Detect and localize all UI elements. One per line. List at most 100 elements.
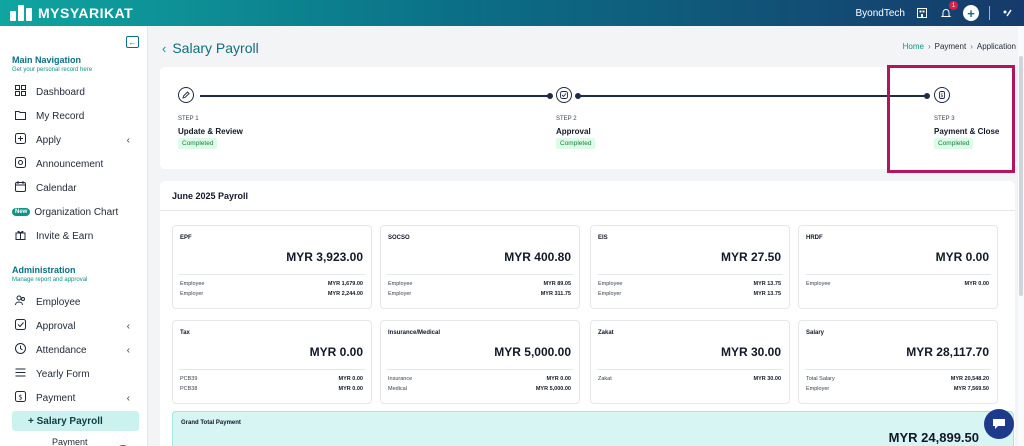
card-amount: MYR 400.80 [504, 250, 571, 264]
breadcrumb-payment[interactable]: Payment [935, 42, 967, 51]
step-1-status: Completed [178, 138, 218, 149]
admin-title: Administration [12, 265, 76, 275]
main-content: ‹ Salary Payroll Home › Payment › Applic… [148, 26, 1024, 446]
payroll-title: June 2025 Payroll [160, 181, 1015, 211]
chat-icon[interactable] [984, 409, 1014, 439]
sidebar-item-label: Payment [36, 392, 76, 404]
row-value: MYR 2,244.00 [327, 291, 363, 297]
breadcrumb-application: Application [976, 42, 1016, 51]
page-title-text: Salary Payroll [172, 40, 259, 56]
tax-card: Tax MYR 0.00 PCB39 MYR 0.00 PCB38 MYR 0.… [172, 320, 372, 404]
divider [597, 369, 783, 370]
step-connector [200, 95, 549, 97]
card-title: Insurance/Medical [388, 330, 441, 336]
sidebar-item-announcement[interactable]: Announcement [12, 155, 140, 173]
card-amount: MYR 0.00 [309, 345, 363, 359]
sidebar-item-label: Yearly Form [36, 368, 90, 380]
top-bar: MYSYARIKAT ByondTech 1 + [0, 0, 1024, 26]
edit-icon [178, 87, 194, 103]
row-label: Employee [806, 281, 831, 287]
sidebar-item-payment[interactable]: $ Payment ‹ [12, 389, 140, 407]
notification-badge: 1 [949, 1, 958, 10]
row-value: MYR 13.75 [753, 291, 781, 297]
card-title: Tax [180, 330, 190, 336]
step-3-highlight [887, 65, 1015, 173]
row-label: Employee [180, 281, 205, 287]
sidebar-item-invite-earn[interactable]: Invite & Earn [12, 227, 140, 245]
bell-icon[interactable]: 1 [939, 1, 958, 20]
sidebar-item-label: Calendar [36, 182, 77, 194]
card-amount: MYR 0.00 [935, 250, 989, 264]
card-title: EIS [598, 235, 608, 241]
back-chevron-icon[interactable]: ‹ [162, 41, 166, 56]
apply-icon [12, 133, 28, 147]
sidebar-item-my-record[interactable]: My Record [12, 107, 140, 125]
row-label: Employee [598, 281, 623, 287]
card-title: EPF [180, 235, 192, 241]
calendar-icon [12, 181, 28, 195]
sidebar-item-yearly-form[interactable]: Yearly Form [12, 365, 140, 383]
divider [805, 274, 991, 275]
row-value: MYR 311.75 [540, 291, 571, 297]
row-label: Total Salary [806, 376, 835, 382]
epf-card: EPF MYR 3,923.00 Employee MYR 1,679.00 E… [172, 225, 372, 309]
sidebar-item-salary-payroll[interactable]: + Salary Payroll [12, 411, 139, 431]
sidebar-item-label: Approval [36, 320, 76, 332]
row-value: MYR 20,548.20 [950, 376, 989, 382]
sidebar-item-payment-sub[interactable]: Payment [52, 437, 88, 446]
people-icon [12, 295, 28, 309]
row-value: MYR 89.05 [543, 281, 571, 287]
chevron-left-icon: ‹ [126, 344, 130, 356]
svg-text:$: $ [18, 393, 22, 401]
company-name[interactable]: ByondTech [856, 8, 905, 19]
divider [179, 274, 365, 275]
row-value: MYR 0.00 [338, 376, 363, 382]
clock-icon [12, 343, 28, 357]
dollar-icon: $ [12, 391, 28, 405]
socso-card: SOCSO MYR 400.80 Employee MYR 89.05 Empl… [380, 225, 580, 309]
divider [597, 274, 783, 275]
sidebar-item-label: My Record [36, 110, 85, 122]
chevron-left-icon: ‹ [126, 320, 130, 332]
row-label: Employee [388, 281, 413, 287]
dashboard-icon [12, 85, 28, 99]
zakat-card: Zakat MYR 30.00 Zakat MYR 30.00 [590, 320, 790, 404]
collapse-sidebar-icon[interactable]: ← [126, 36, 139, 48]
main-nav-title: Main Navigation [12, 55, 82, 65]
sidebar-item-apply[interactable]: Apply ‹ [12, 131, 140, 149]
gift-icon [12, 229, 28, 243]
row-label: PCB39 [180, 376, 198, 382]
breadcrumb-home[interactable]: Home [903, 42, 924, 51]
new-badge: New [12, 208, 31, 216]
chevron-right-icon: › [970, 42, 973, 51]
card-title: Salary [806, 330, 825, 336]
scrollbar[interactable] [1018, 26, 1024, 446]
row-label: Employer [180, 291, 204, 297]
sidebar-item-approval[interactable]: Approval ‹ [12, 317, 140, 335]
sidebar-item-organization-chart[interactable]: New Organization Chart [12, 203, 140, 221]
sidebar-item-label: Apply [36, 134, 62, 146]
form-icon [12, 367, 28, 381]
step-dot [547, 93, 553, 99]
row-value: MYR 0.00 [546, 376, 571, 382]
card-amount: MYR 30.00 [720, 345, 781, 359]
add-icon[interactable]: + [963, 5, 979, 21]
card-amount: MYR 5,000.00 [494, 345, 571, 359]
sidebar-item-attendance[interactable]: Attendance ‹ [12, 341, 140, 359]
grand-total-amount: MYR 24,899.50 [888, 430, 979, 445]
building-icon[interactable] [915, 6, 929, 20]
card-amount: MYR 27.50 [720, 250, 781, 264]
sidebar-item-label: Announcement [36, 158, 104, 170]
card-title: Zakat [598, 330, 614, 336]
salary-card: Salary MYR 28,117.70 Total Salary MYR 20… [798, 320, 998, 404]
sidebar-item-dashboard[interactable]: Dashboard [12, 83, 140, 101]
divider [179, 369, 365, 370]
user-menu-icon[interactable] [1000, 6, 1014, 20]
sidebar-item-employee[interactable]: Employee [12, 293, 140, 311]
grand-total-title: Grand Total Payment [181, 420, 241, 426]
sidebar-item-label: Attendance [36, 344, 87, 356]
sidebar-item-calendar[interactable]: Calendar [12, 179, 140, 197]
scrollbar-thumb[interactable] [1019, 56, 1023, 296]
divider [387, 369, 573, 370]
app-logo[interactable]: MYSYARIKAT [10, 5, 133, 21]
